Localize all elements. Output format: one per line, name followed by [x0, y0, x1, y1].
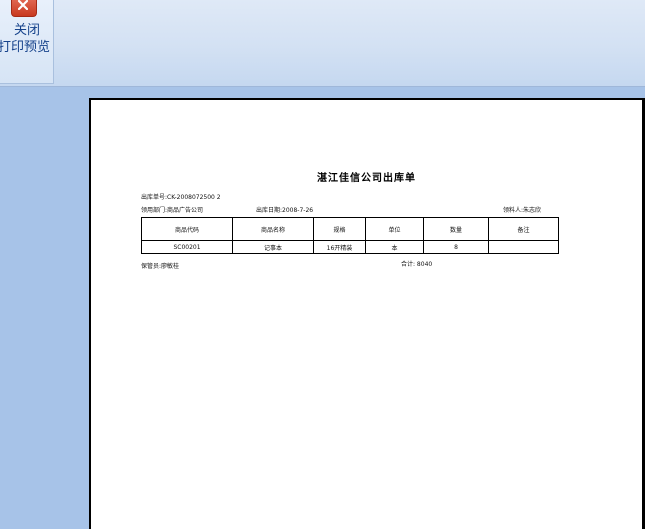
column-header: 单位: [365, 217, 424, 241]
column-header: 数量: [423, 217, 489, 241]
column-header: 规格: [313, 217, 366, 241]
report-title: 湛江佳信公司出库单: [317, 173, 416, 184]
warehouse-keeper: 保管员:廖敏桂: [141, 263, 180, 270]
table-row: SC00201 记事本 16开精装 本 8: [141, 240, 559, 254]
ribbon-toolbar: 关闭 打印预览: [0, 0, 645, 87]
outbound-table: 商品代码 商品名称 规格 单位 数量 备注 SC00201 记事本 16开精装 …: [141, 217, 559, 254]
close-print-preview-button[interactable]: 关闭 打印预览: [0, 0, 54, 84]
close-button-label-line2: 打印预览: [0, 40, 50, 55]
column-header: 商品名称: [232, 217, 314, 241]
column-header: 备注: [488, 217, 559, 241]
column-header: 商品代码: [141, 217, 233, 241]
table-cell: [488, 240, 559, 254]
table-cell: SC00201: [141, 240, 233, 254]
table-cell: 16开精装: [313, 240, 366, 254]
department: 领用部门:商品广告公司: [141, 207, 204, 214]
ribbon-group-preview: 关闭 打印预览: [0, 0, 54, 84]
receiver: 领料人:朱志欣: [503, 207, 542, 214]
table-cell: 本: [365, 240, 424, 254]
total-amount: 合计: 8040: [401, 261, 433, 268]
preview-page: 湛江佳信公司出库单 出库单号:CK-2008072500 2 领用部门:商品广告…: [91, 100, 642, 529]
outbound-date: 出库日期:2008-7-26: [256, 207, 314, 214]
close-icon: [11, 0, 37, 17]
close-button-label-line1: 关闭: [13, 23, 40, 38]
table-cell: 记事本: [232, 240, 314, 254]
table-header-row: 商品代码 商品名称 规格 单位 数量 备注: [141, 217, 559, 241]
doc-number: 出库单号:CK-2008072500 2: [141, 194, 221, 201]
table-cell: 8: [423, 240, 489, 254]
